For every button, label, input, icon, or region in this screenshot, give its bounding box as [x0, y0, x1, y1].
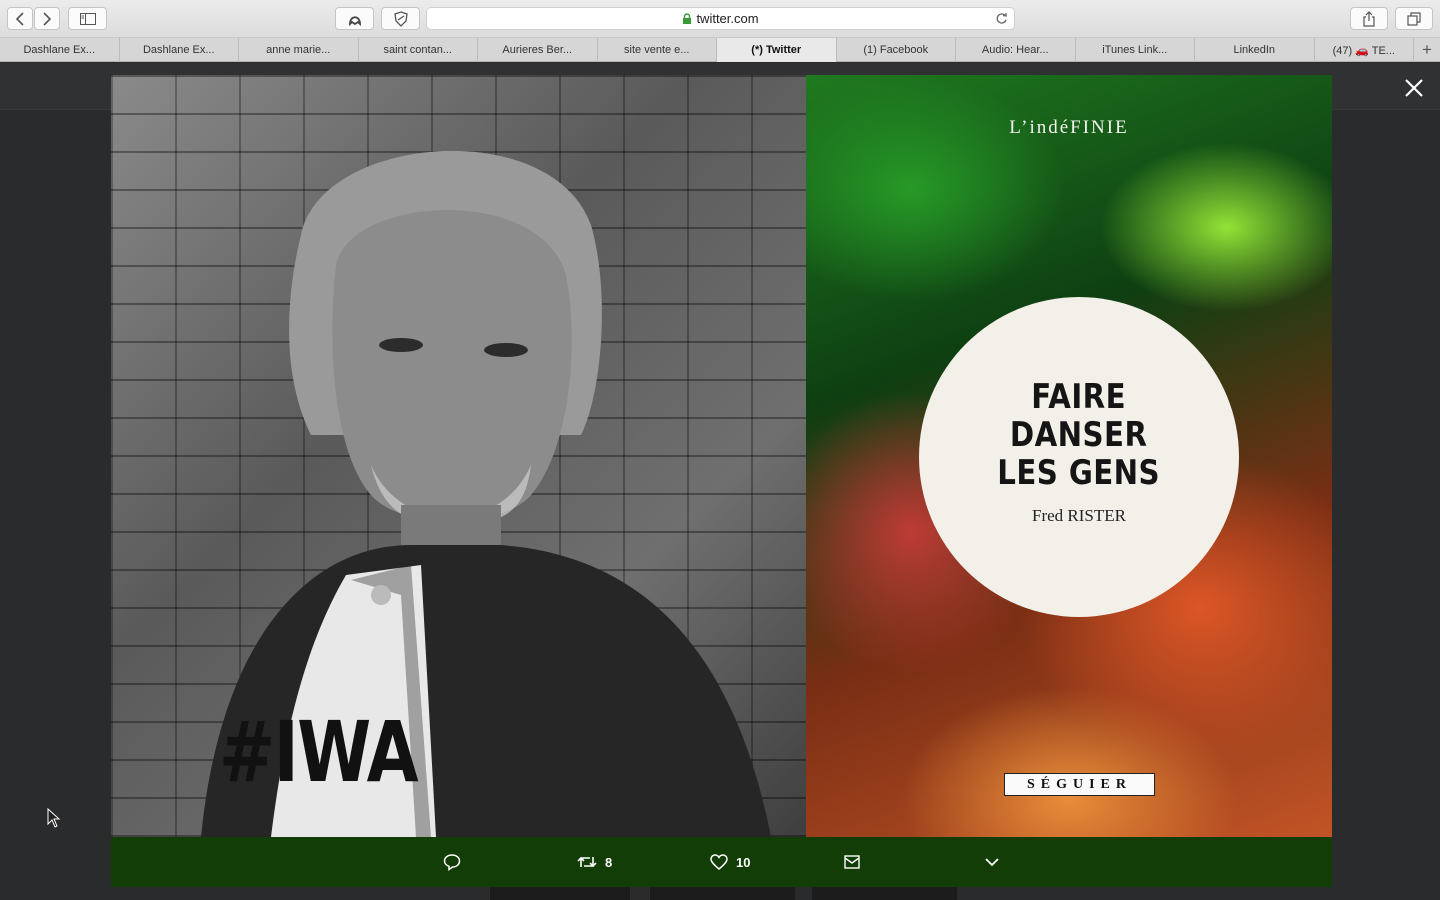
tab-label: Dashlane Ex... [142, 44, 215, 56]
dashlane-button[interactable] [381, 7, 420, 30]
tab-aurieres[interactable]: Aurieres Ber... [478, 38, 598, 62]
reply-icon [443, 854, 461, 871]
cover-title-circle: FAIRE DANSER LES GENS Fred RISTER [919, 297, 1239, 617]
tab-label: Aurieres Ber... [502, 44, 573, 56]
tabs-overview-button[interactable] [1395, 7, 1433, 30]
publisher-logo: L’indéFINIE [1009, 117, 1129, 138]
tab-site-vente[interactable]: site vente e... [598, 38, 717, 62]
retweet-count: 8 [605, 854, 613, 870]
tab-label: anne marie... [266, 44, 331, 56]
ghostery-icon [348, 15, 361, 26]
browser-toolbar: twitter.com [0, 0, 1440, 38]
book-title-line: DANSER [1010, 415, 1148, 455]
extension-button[interactable] [335, 7, 374, 30]
publisher-label: SÉGUIER [1004, 773, 1155, 796]
background-thumbnail [812, 887, 957, 900]
tab-label: saint contan... [383, 44, 453, 56]
forward-button[interactable] [34, 7, 60, 30]
tab-label: (1) Facebook [863, 44, 929, 56]
tshirt-print: #IWA [219, 703, 419, 801]
reply-button[interactable] [443, 837, 469, 887]
chevron-down-icon [985, 857, 999, 866]
back-button[interactable] [7, 7, 33, 30]
address-bar[interactable]: twitter.com [426, 7, 1015, 30]
lock-icon [683, 13, 692, 24]
shield-icon [393, 10, 408, 27]
tab-dashlane-2[interactable]: Dashlane Ex... [120, 38, 239, 62]
sidebar-icon [79, 12, 96, 25]
url-text: twitter.com [696, 11, 759, 26]
book-cover: L’indéFINIE FAIRE DANSER LES GENS Fred R… [806, 75, 1332, 837]
tab-facebook[interactable]: (1) Facebook [837, 38, 956, 62]
tab-label: Audio: Hear... [981, 44, 1049, 56]
share-button[interactable] [1350, 7, 1388, 30]
tab-label: (*) Twitter [751, 44, 802, 56]
tab-label: (47) 🚗 TE... [1332, 44, 1395, 57]
chevron-left-icon [15, 11, 24, 26]
tab-anne-marie[interactable]: anne marie... [239, 38, 359, 62]
tab-label: LinkedIn [1233, 44, 1276, 56]
book-author: Fred RISTER [1032, 506, 1126, 525]
tab-linkedin[interactable]: LinkedIn [1195, 38, 1315, 62]
book-title: FAIRE DANSER LES GENS [998, 378, 1161, 492]
book-title-line: LES GENS [997, 453, 1161, 493]
author-portrait-photo: #IWA [111, 75, 806, 837]
sidebar-button[interactable] [68, 7, 107, 30]
tab-label: iTunes Link... [1102, 44, 1168, 56]
tab-te[interactable]: (47) 🚗 TE... [1315, 38, 1415, 62]
tab-saint-contan[interactable]: saint contan... [359, 38, 478, 62]
more-options-button[interactable] [985, 837, 999, 887]
tweet-action-bar: 8 10 [111, 837, 1332, 887]
close-icon [1405, 79, 1423, 97]
retweet-button[interactable]: 8 [577, 837, 612, 887]
portrait-illustration [201, 150, 771, 837]
background-thumbnail [490, 887, 630, 900]
share-icon [1363, 10, 1375, 27]
book-title-line: FAIRE [1031, 377, 1127, 417]
reload-icon[interactable] [995, 12, 1008, 25]
new-tab-button[interactable]: + [1414, 38, 1440, 62]
like-count: 10 [736, 854, 751, 870]
tab-itunes[interactable]: iTunes Link... [1076, 38, 1195, 62]
tab-bar: Dashlane Ex... Dashlane Ex... anne marie… [0, 38, 1440, 62]
like-button[interactable]: 10 [710, 837, 750, 887]
background-thumbnail [650, 887, 795, 900]
tab-audio[interactable]: Audio: Hear... [956, 38, 1076, 62]
close-media-button[interactable] [1400, 74, 1428, 102]
heart-icon [710, 854, 728, 870]
tab-twitter[interactable]: (*) Twitter [717, 38, 837, 62]
chevron-right-icon [43, 11, 52, 26]
tweet-media[interactable]: #IWA L’indéFINIE FAIRE DANSER LES GENS F… [111, 75, 1332, 837]
direct-message-button[interactable] [844, 837, 860, 887]
tabs-icon [1407, 11, 1421, 26]
mouse-cursor [47, 807, 61, 833]
tab-label: site vente e... [624, 44, 690, 56]
envelope-icon [844, 855, 860, 869]
cursor-icon [47, 807, 61, 828]
tab-label: Dashlane Ex... [23, 44, 96, 56]
tab-dashlane-1[interactable]: Dashlane Ex... [0, 38, 120, 62]
retweet-icon [577, 856, 597, 868]
